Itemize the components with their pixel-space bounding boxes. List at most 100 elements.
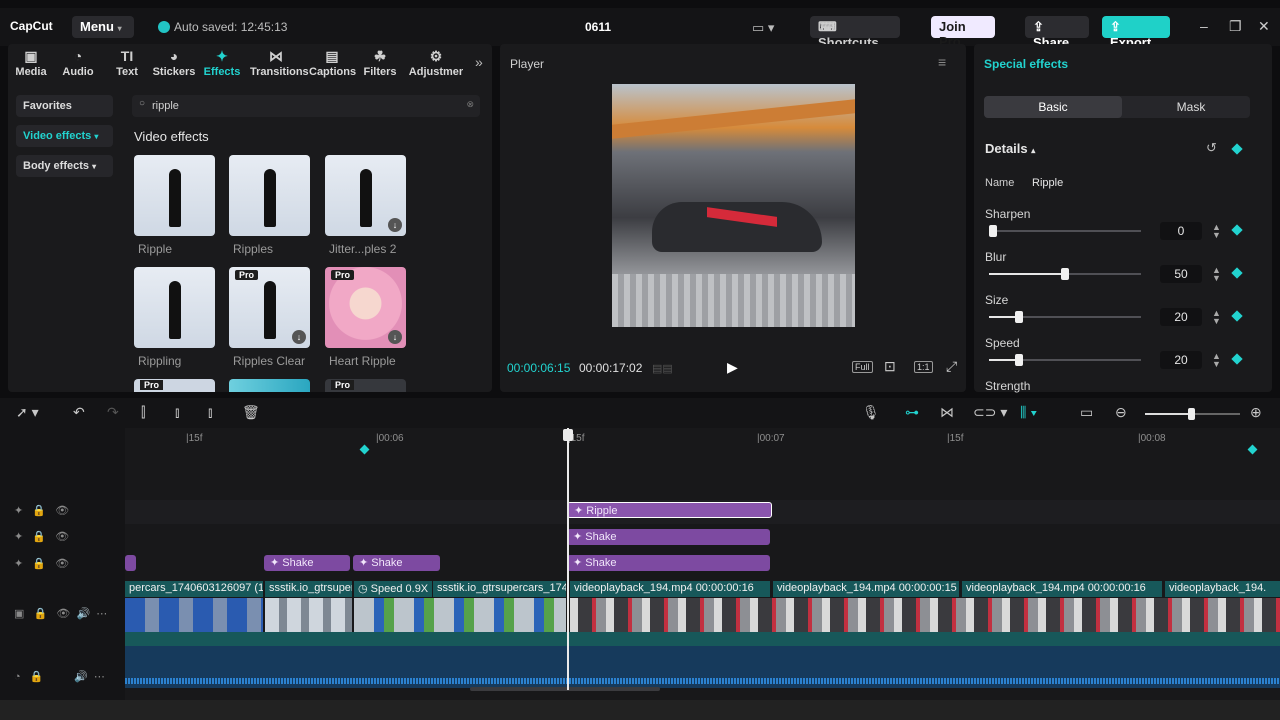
- sidebar-item-favorites[interactable]: Favorites: [16, 95, 113, 117]
- video-preview[interactable]: [612, 84, 855, 327]
- effect-clip-shake[interactable]: ✦ Shake: [567, 555, 770, 571]
- playhead[interactable]: [567, 428, 569, 690]
- video-filmstrip[interactable]: [265, 598, 352, 632]
- more-tabs-icon[interactable]: »: [475, 54, 483, 70]
- share-button[interactable]: ⇪ Share: [1025, 16, 1089, 50]
- zoom-out-icon[interactable]: ⊖: [1115, 404, 1127, 421]
- keyframe-icon[interactable]: [1231, 224, 1243, 236]
- maximize-icon[interactable]: ❐: [1229, 18, 1242, 35]
- fx-track-controls[interactable]: ✦ 🔒 👁: [14, 530, 69, 543]
- preview-axis-icon[interactable]: ⫼ ▾: [1020, 404, 1037, 421]
- slider-knob[interactable]: [1015, 311, 1023, 323]
- zoom-fit-icon[interactable]: ⊡: [884, 358, 896, 375]
- minimize-icon[interactable]: –: [1200, 18, 1208, 34]
- split-left-icon[interactable]: ⫾: [175, 404, 179, 421]
- fullscreen-icon[interactable]: ⤢: [946, 358, 957, 375]
- fx-track-controls[interactable]: ✦ 🔒 👁: [14, 557, 69, 570]
- toolbar-transitions[interactable]: ⋈ Transitions: [250, 48, 309, 78]
- blur-slider[interactable]: [989, 268, 1141, 280]
- microphone-icon[interactable]: 🎙: [862, 404, 880, 421]
- fx-track-controls[interactable]: ✦ 🔒 👁: [14, 504, 69, 517]
- slider-knob[interactable]: [1061, 268, 1069, 280]
- speed-value[interactable]: 20: [1160, 351, 1202, 369]
- export-button[interactable]: ⇪ Export: [1102, 16, 1170, 50]
- sidebar-item-video-effects[interactable]: Video effects ▾: [16, 125, 113, 147]
- close-icon[interactable]: ✕: [1258, 18, 1270, 35]
- toolbar-filters[interactable]: ☘ Filters: [357, 48, 403, 78]
- tab-mask[interactable]: Mask: [1122, 96, 1260, 118]
- join-pro-button[interactable]: Join Pro: [931, 16, 995, 49]
- details-header[interactable]: Details ▴: [985, 141, 1035, 156]
- keyframe-icon[interactable]: [1231, 267, 1243, 279]
- video-clip-label[interactable]: videoplayback_194.mp4 00:00:00:16: [570, 581, 770, 597]
- effect-card-partial[interactable]: Pro: [325, 379, 406, 392]
- video-clip-label[interactable]: percars_1740603126097 (1).m: [125, 581, 263, 597]
- toolbar-stickers[interactable]: ◕ Stickers: [151, 48, 197, 78]
- main-track-magnet-icon[interactable]: ⊶: [905, 404, 919, 421]
- video-track-controls[interactable]: ▣ 🔒 👁 🔊 ⋯: [14, 607, 107, 620]
- effect-clip[interactable]: [125, 555, 136, 571]
- project-title[interactable]: 0611: [585, 20, 611, 34]
- video-clip-label[interactable]: ssstik.io_gtrsuper: [265, 581, 352, 597]
- slider-knob[interactable]: [1188, 408, 1195, 420]
- play-icon[interactable]: ▶: [727, 359, 738, 376]
- video-clip-label[interactable]: videoplayback_194.: [1165, 581, 1280, 597]
- sidebar-item-body-effects[interactable]: Body effects ▾: [16, 155, 113, 177]
- stepper-icon[interactable]: ▲ ▼: [1212, 266, 1221, 283]
- video-filmstrip[interactable]: [354, 598, 566, 632]
- size-slider[interactable]: [989, 311, 1141, 323]
- download-icon[interactable]: ↓: [292, 330, 306, 344]
- speed-slider[interactable]: [989, 354, 1141, 366]
- timeline-scrollbar[interactable]: [470, 687, 660, 691]
- keyframe-icon[interactable]: [1231, 310, 1243, 322]
- reset-icon[interactable]: ↺: [1206, 140, 1217, 156]
- blur-value[interactable]: 50: [1160, 265, 1202, 283]
- aspect-ratio-button[interactable]: 1:1: [914, 361, 933, 373]
- layout-icon[interactable]: ▭ ▾: [752, 20, 774, 36]
- keyframe-icon[interactable]: [1231, 353, 1243, 365]
- sharpen-value[interactable]: 0: [1160, 222, 1202, 240]
- timecode-format-icon[interactable]: ▤▤: [652, 362, 673, 375]
- toolbar-text[interactable]: TI Text: [104, 48, 150, 78]
- menu-button[interactable]: Menu ▾: [72, 16, 134, 38]
- playhead-handle[interactable]: [563, 429, 573, 441]
- select-tool-icon[interactable]: ➚ ▾: [16, 404, 39, 421]
- full-quality-button[interactable]: Full: [852, 361, 873, 373]
- effect-clip-shake[interactable]: ✦ Shake: [567, 529, 770, 545]
- sharpen-slider[interactable]: [989, 225, 1141, 237]
- effect-clip-shake[interactable]: ✦ Shake: [264, 555, 350, 571]
- zoom-in-icon[interactable]: ⊕: [1250, 404, 1262, 421]
- audio-track-controls[interactable]: ◔ 🔒 🔊 ⋯: [14, 670, 105, 683]
- effect-card-ripples[interactable]: Ripples: [229, 155, 310, 256]
- effect-card-rippling[interactable]: Rippling: [134, 267, 215, 368]
- stepper-icon[interactable]: ▲ ▼: [1212, 309, 1221, 326]
- search-input[interactable]: ○ ripple ⊗: [132, 95, 480, 117]
- shortcuts-button[interactable]: ⌨ Shortcuts: [810, 16, 900, 50]
- video-clip-label[interactable]: videoplayback_194.mp4 00:00:00:16: [962, 581, 1162, 597]
- link-icon[interactable]: ⊂⊃ ▾: [973, 404, 1007, 421]
- effect-clip-shake[interactable]: ✦ Shake: [353, 555, 440, 571]
- clear-search-icon[interactable]: ⊗: [466, 99, 474, 110]
- toolbar-effects[interactable]: ✦ Effects: [199, 48, 245, 78]
- download-icon[interactable]: ↓: [388, 218, 402, 232]
- video-clip-label[interactable]: videoplayback_194.mp4 00:00:00:15: [773, 581, 959, 597]
- effect-card-partial[interactable]: Pro: [134, 379, 215, 392]
- caption-icon[interactable]: ▭: [1080, 404, 1093, 421]
- effect-clip-ripple[interactable]: ✦ Ripple: [567, 502, 772, 518]
- split-right-icon[interactable]: ⫾: [208, 404, 212, 421]
- stepper-icon[interactable]: ▲ ▼: [1212, 352, 1221, 369]
- toolbar-audio[interactable]: ◔ Audio: [55, 48, 101, 78]
- split-icon[interactable]: ⫿: [141, 404, 145, 421]
- delete-icon[interactable]: 🗑: [242, 404, 260, 421]
- marker-icon[interactable]: [1247, 444, 1258, 455]
- redo-icon[interactable]: ↷: [107, 404, 119, 421]
- video-clip-speed[interactable]: ◷ Speed 0.9X: [354, 581, 432, 597]
- marker-icon[interactable]: [359, 444, 370, 455]
- video-filmstrip[interactable]: [570, 598, 1280, 632]
- keyframe-icon[interactable]: [1231, 143, 1243, 155]
- toolbar-captions[interactable]: ▤ Captions: [309, 48, 356, 78]
- undo-icon[interactable]: ↶: [73, 404, 85, 421]
- stepper-icon[interactable]: ▲ ▼: [1212, 223, 1221, 240]
- size-value[interactable]: 20: [1160, 308, 1202, 326]
- toolbar-adjustment[interactable]: ⚙ Adjustmer: [408, 48, 464, 78]
